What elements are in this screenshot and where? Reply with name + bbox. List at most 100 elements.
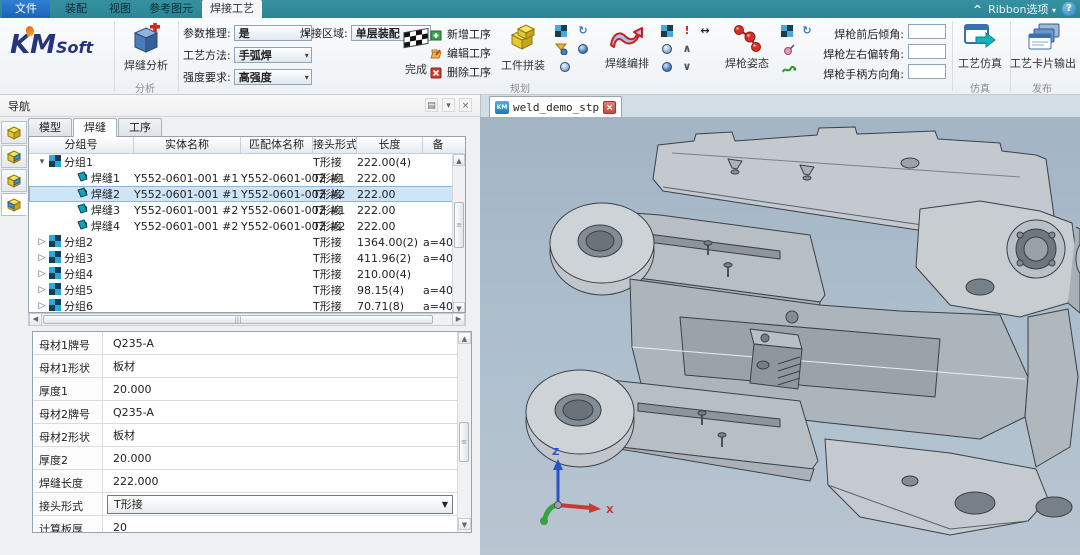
sphere-icon[interactable] (558, 60, 572, 74)
tab-operation[interactable]: 工序 (118, 118, 162, 136)
property-row-joint-type[interactable]: 接头形式 T形接▼ (33, 493, 471, 516)
cube-section-icon (5, 197, 23, 213)
property-row[interactable]: 母材1牌号Q235-A (33, 332, 471, 355)
probe-icon[interactable] (782, 43, 796, 57)
group-icon (49, 235, 61, 250)
table-row-group5[interactable]: ▷ 分组5 T形接98.15(4)a=40° (29, 282, 465, 298)
tab-file[interactable]: 文件 (2, 0, 50, 18)
table-horizontal-scrollbar[interactable]: ◀ ||| ▶ (28, 313, 466, 326)
property-row[interactable]: 计算板厚20 (33, 516, 471, 533)
scroll-up-icon[interactable]: ▲ (458, 332, 471, 344)
table-row-group6[interactable]: ▷ 分组6 T形接70.71(8)a=40° (29, 298, 465, 313)
col-length[interactable]: 长度 (357, 137, 423, 153)
expand-icon[interactable]: ▷ (37, 301, 47, 311)
property-row[interactable]: 厚度120.000 (33, 378, 471, 401)
move-up-icon[interactable]: ∧ (680, 41, 694, 55)
scroll-thumb[interactable]: ||| (43, 315, 433, 324)
cube-view-button[interactable] (1, 121, 27, 144)
document-tab[interactable]: KM weld_demo_stp × (489, 96, 622, 117)
property-row[interactable]: 母材2牌号Q235-A (33, 401, 471, 424)
col-joint[interactable]: 接头形式 (313, 137, 357, 153)
part-assembly-button[interactable]: 工件拼装 (496, 21, 550, 73)
tab-weld[interactable]: 焊缝 (73, 118, 117, 137)
sphere-icon[interactable] (660, 42, 674, 56)
model-3d-canvas[interactable]: Z X (480, 117, 1080, 555)
cube-section-button[interactable] (1, 145, 27, 168)
property-row[interactable]: 母材2形状板材 (33, 424, 471, 447)
properties-vertical-scrollbar[interactable]: ▲ ≡ ▼ (457, 332, 471, 532)
scroll-up-icon[interactable]: ▲ (453, 154, 465, 166)
table-vertical-scrollbar[interactable]: ▲ ≡ ▼ (452, 154, 465, 313)
flag-mini-icon[interactable] (660, 24, 674, 38)
pour-weld-icon[interactable] (554, 42, 568, 56)
table-row-group2[interactable]: ▷ 分组2 T形接1364.00(2)a=40° (29, 234, 465, 250)
move-down-icon[interactable]: ∨ (680, 59, 694, 73)
ribbon-options-button[interactable]: Ribbon选项 ▾ (988, 1, 1056, 17)
expand-icon[interactable]: ▾ (37, 157, 47, 167)
col-group[interactable]: 分组号 (29, 137, 134, 153)
sphere-icon[interactable] (576, 42, 590, 56)
table-row-weld3[interactable]: 焊缝3 Y552-0601-001 #2Y552-0601-002 #1 T形接… (29, 202, 465, 218)
torch-angle-lr-input[interactable] (908, 44, 946, 59)
table-row-group1[interactable]: ▾ 分组1 T形接222.00(4) (29, 154, 465, 170)
cube-icon (5, 125, 23, 141)
process-card-output-icon (1025, 23, 1061, 53)
part-assembly-icon (506, 23, 540, 55)
weld-arrange-button[interactable]: 焊缝编排 (600, 21, 654, 71)
scroll-down-icon[interactable]: ▼ (453, 302, 465, 313)
process-card-output-button[interactable]: 工艺卡片输出 (1008, 21, 1078, 71)
dock-icon[interactable]: ▾ (442, 98, 455, 112)
tab-reference[interactable]: 参考图元 (142, 0, 200, 18)
col-match[interactable]: 匹配体名称 (241, 137, 313, 153)
col-note[interactable]: 备 (423, 137, 453, 153)
scroll-left-icon[interactable]: ◀ (29, 314, 42, 325)
table-row-weld1[interactable]: 焊缝1 Y552-0601-001 #1Y552-0601-002 #1 T形接… (29, 170, 465, 186)
tab-view[interactable]: 视图 (98, 0, 142, 18)
torch-pose-button[interactable]: 焊枪姿态 (720, 21, 774, 71)
flag-mini-icon[interactable] (780, 24, 794, 38)
refresh-icon[interactable]: ↻ (576, 23, 590, 37)
process-method-select[interactable]: 手弧焊▾ (234, 47, 312, 63)
table-row-group4[interactable]: ▷ 分组4 T形接210.00(4) (29, 266, 465, 282)
expand-icon[interactable]: ▷ (37, 237, 47, 247)
snake-path-icon[interactable] (782, 62, 796, 76)
close-tab-icon[interactable]: × (603, 101, 616, 114)
sphere-icon[interactable] (660, 60, 674, 74)
col-entity[interactable]: 实体名称 (134, 137, 241, 153)
expand-icon[interactable]: ▷ (37, 285, 47, 295)
warning-icon[interactable]: ! (680, 23, 694, 37)
table-row-group3[interactable]: ▷ 分组3 T形接411.96(2)a=40° (29, 250, 465, 266)
weld-analysis-button[interactable]: 焊缝分析 (118, 21, 174, 73)
expand-icon[interactable]: ▷ (37, 269, 47, 279)
delete-operation-button[interactable]: 删除工序 (430, 64, 491, 80)
scroll-right-icon[interactable]: ▶ (452, 314, 465, 325)
table-row-weld4[interactable]: 焊缝4 Y552-0601-001 #2Y552-0601-002 #2 T形接… (29, 218, 465, 234)
param-infer-row: 参数推理: 是▾ (183, 25, 312, 41)
close-icon[interactable]: × (459, 98, 472, 112)
torch-angle-handle-input[interactable] (908, 64, 946, 79)
expand-icon[interactable]: ▷ (37, 253, 47, 263)
resize-icon[interactable]: ↔ (698, 23, 712, 37)
process-sim-button[interactable]: 工艺仿真 (956, 21, 1004, 71)
cube-section-button[interactable] (1, 169, 27, 192)
new-operation-button[interactable]: 新增工序 (430, 26, 491, 42)
tab-weld-process[interactable]: 焊接工艺 (202, 0, 262, 18)
scroll-thumb[interactable]: ≡ (459, 422, 469, 462)
scroll-thumb[interactable]: ≡ (454, 202, 464, 248)
tab-model[interactable]: 模型 (28, 118, 72, 136)
torch-angle-fb-input[interactable] (908, 24, 946, 39)
flag-mini-icon[interactable] (554, 24, 568, 38)
property-row[interactable]: 母材1形状板材 (33, 355, 471, 378)
strength-select[interactable]: 高强度▾ (234, 69, 312, 85)
edit-operation-button[interactable]: 编辑工序 (430, 45, 491, 61)
property-row[interactable]: 焊缝长度222.000 (33, 470, 471, 493)
table-row-weld2-selected[interactable]: 焊缝2 Y552-0601-001 #1Y552-0601-002 #2 T形接… (29, 186, 465, 202)
tab-assembly[interactable]: 装配 (54, 0, 98, 18)
joint-type-select[interactable]: T形接▼ (107, 495, 453, 514)
scroll-down-icon[interactable]: ▼ (458, 518, 471, 530)
pin-icon[interactable]: ▤ (425, 98, 438, 112)
cube-section-button-active[interactable] (1, 193, 27, 216)
property-row[interactable]: 厚度220.000 (33, 447, 471, 470)
help-icon[interactable]: ? (1062, 2, 1076, 16)
minimize-ribbon-icon[interactable]: ^ (973, 3, 982, 16)
